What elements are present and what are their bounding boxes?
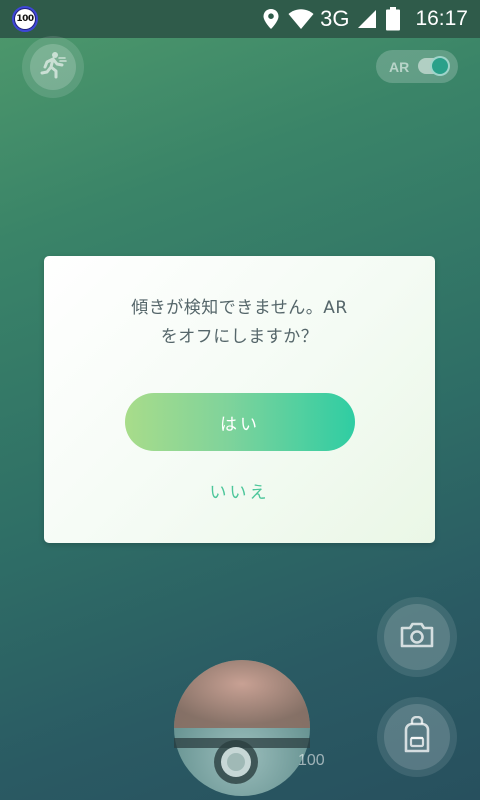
camera-icon bbox=[399, 621, 435, 653]
bag-button[interactable] bbox=[377, 697, 457, 777]
yes-button[interactable]: はい bbox=[125, 393, 355, 451]
location-icon bbox=[262, 8, 280, 30]
pokeball-count: 100 bbox=[298, 752, 325, 769]
dialog-message-line-1: 傾きが検知できません。AR bbox=[131, 298, 348, 318]
camera-button-core bbox=[384, 604, 450, 670]
badge-count: 100 bbox=[15, 9, 35, 29]
clock: 16:17 bbox=[415, 7, 468, 30]
ar-capture-screen: 100 3G 16:17 AR 傾きが検知できません。AR をオフにしますか？ … bbox=[0, 0, 480, 800]
battery-icon bbox=[385, 7, 401, 31]
dialog-message: 傾きが検知できません。AR をオフにしますか？ bbox=[44, 294, 435, 352]
cell-signal-icon bbox=[357, 9, 377, 29]
ar-off-dialog: 傾きが検知できません。AR をオフにしますか？ はい いいえ bbox=[44, 256, 435, 543]
dialog-message-line-2: をオフにしますか？ bbox=[160, 327, 319, 347]
no-button[interactable]: いいえ bbox=[44, 478, 435, 503]
status-bar: 100 3G 16:17 bbox=[0, 0, 480, 38]
run-away-button-core bbox=[30, 44, 76, 90]
network-type: 3G bbox=[320, 6, 350, 31]
pokeball[interactable] bbox=[172, 652, 312, 800]
ar-switch-knob bbox=[430, 56, 450, 76]
status-icons: 3G 16:17 bbox=[262, 0, 468, 38]
backpack-icon bbox=[402, 715, 432, 758]
ar-toggle-label: AR bbox=[389, 58, 410, 75]
bag-button-core bbox=[384, 704, 450, 770]
notification-badge: 100 bbox=[12, 6, 38, 32]
ar-switch-track bbox=[418, 56, 450, 76]
run-away-button[interactable] bbox=[22, 36, 84, 98]
wifi-icon bbox=[288, 8, 314, 30]
camera-button[interactable] bbox=[377, 597, 457, 677]
ar-toggle[interactable]: AR bbox=[376, 50, 458, 83]
running-man-icon bbox=[38, 50, 68, 84]
